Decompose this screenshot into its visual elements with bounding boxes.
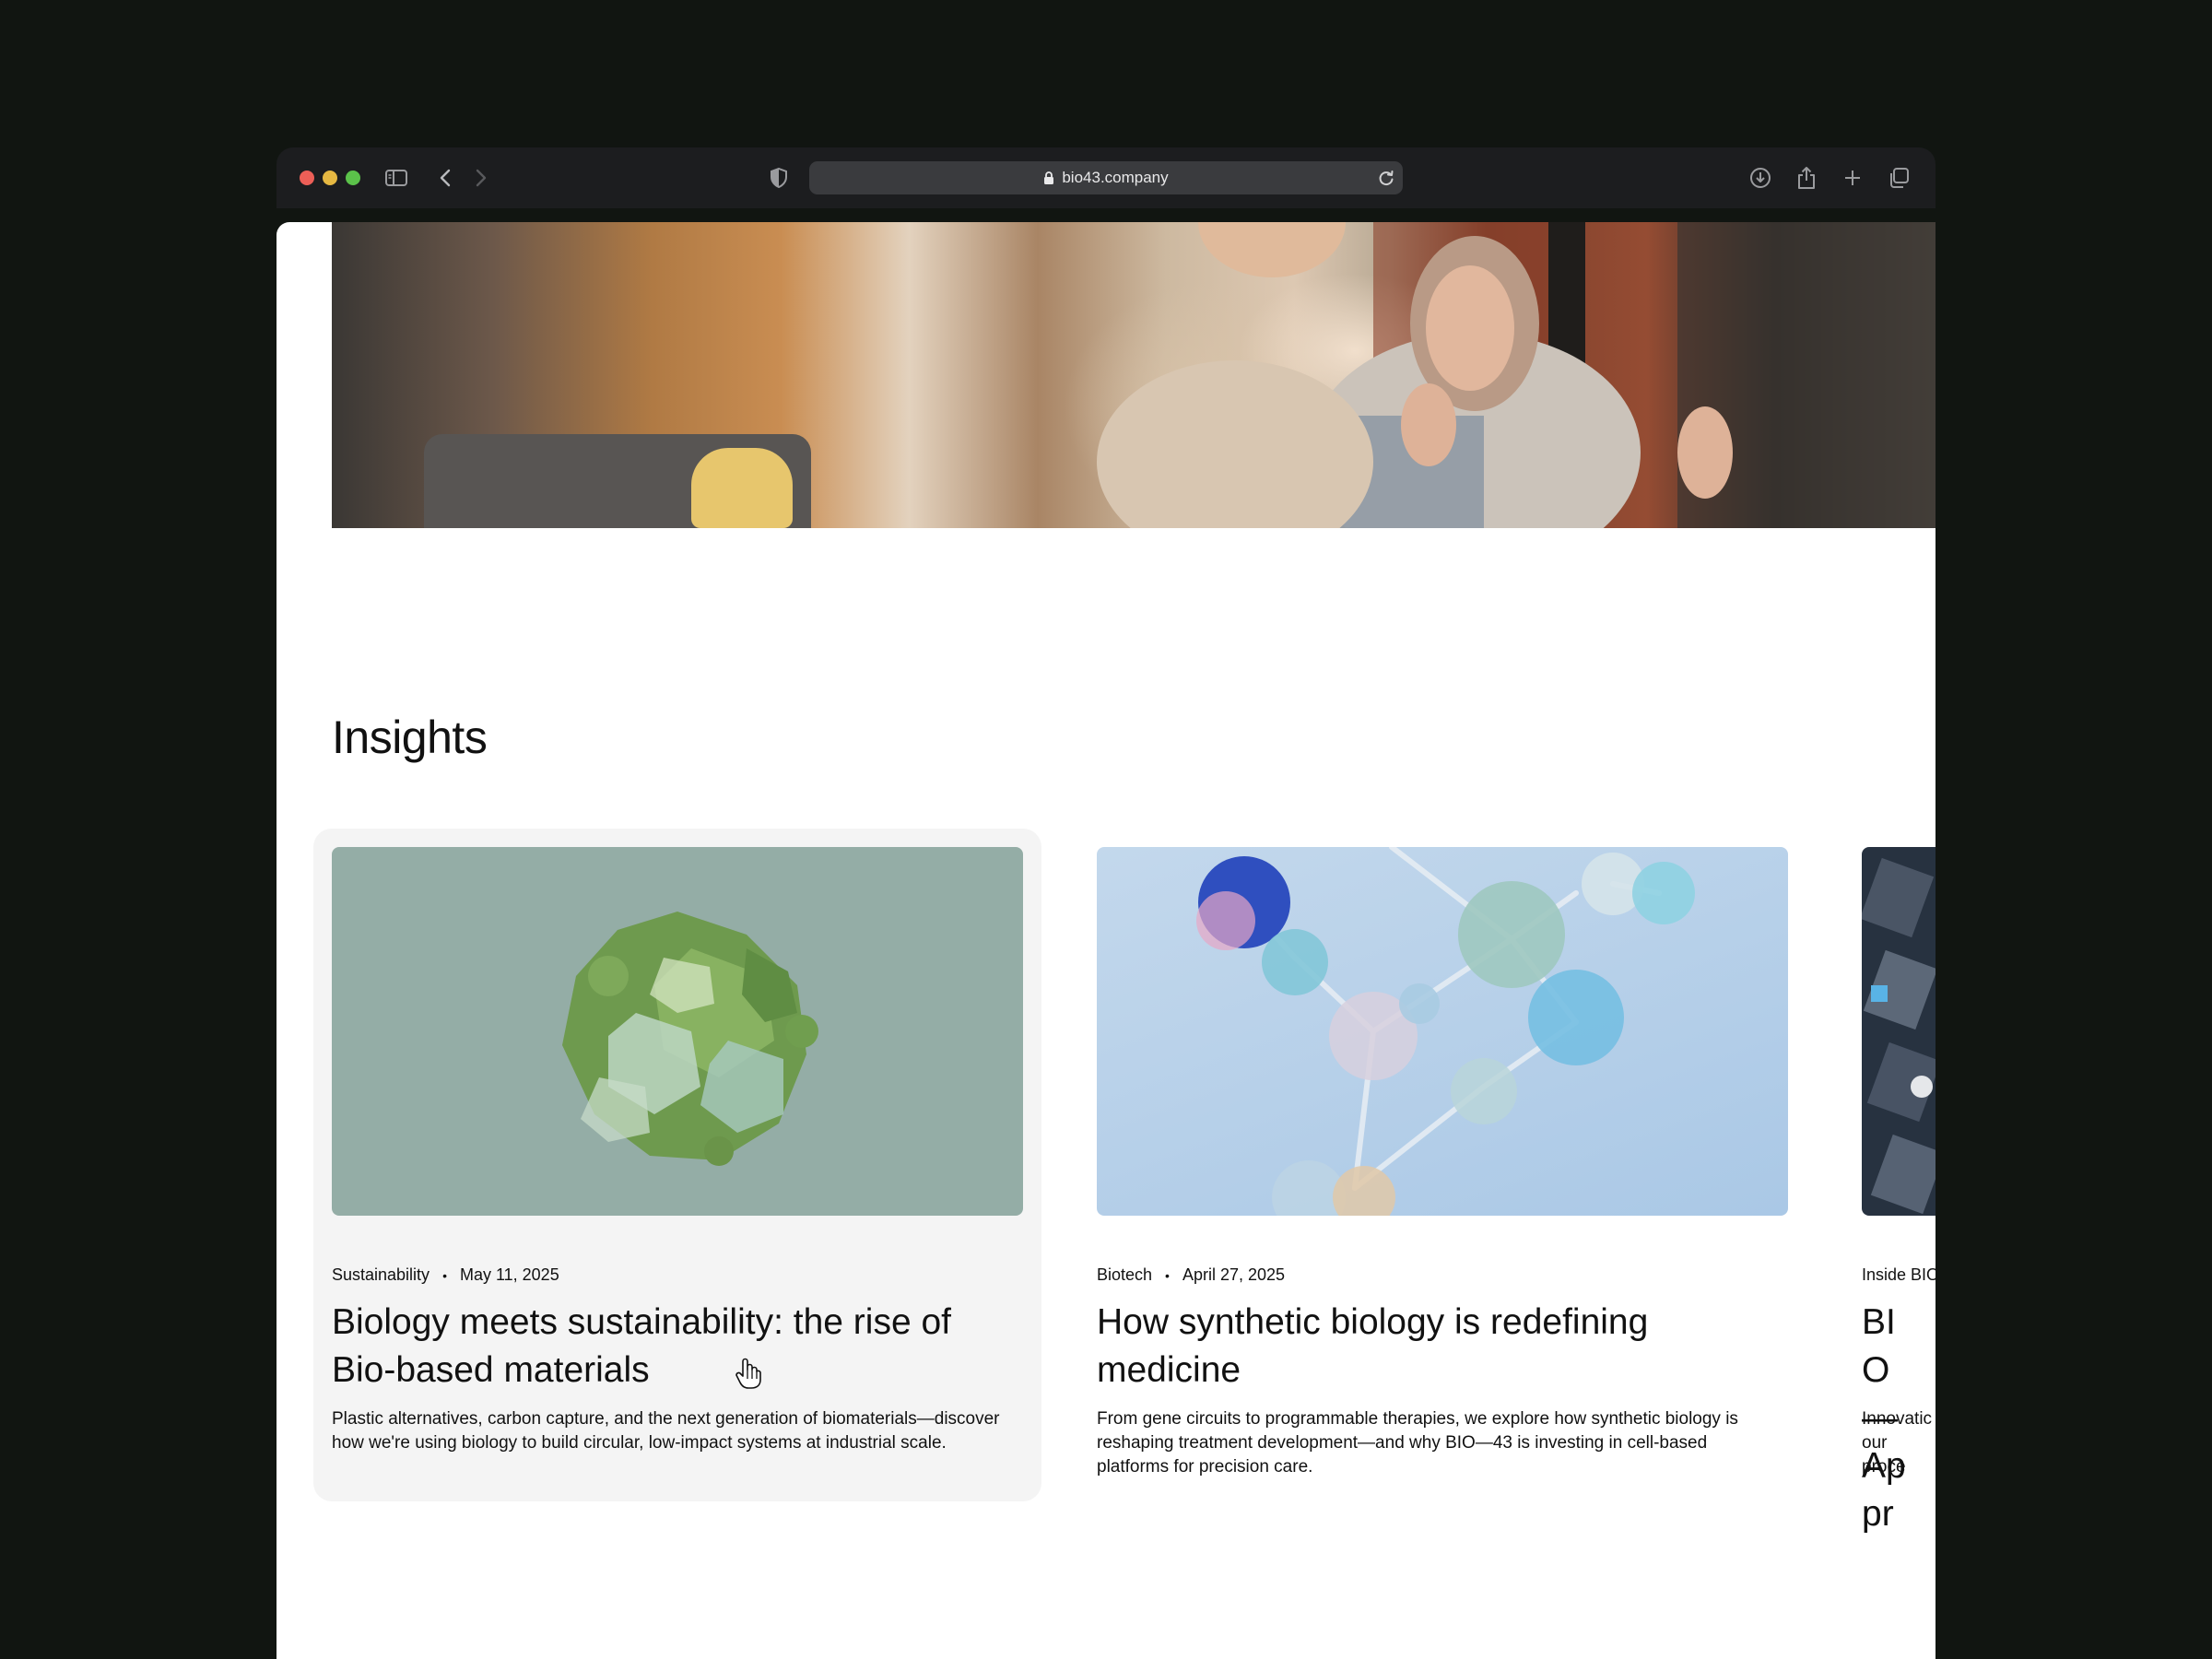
card-excerpt: Innovatic our proce <box>1862 1409 1933 1477</box>
new-tab-plus-icon[interactable] <box>1838 163 1867 193</box>
card-image-synthetic-biology <box>1097 847 1788 1216</box>
browser-toolbar: bio43.company <box>276 147 1936 208</box>
card-category: Sustainability <box>332 1265 430 1284</box>
insight-card[interactable]: Biotech • April 27, 2025 How synthetic b… <box>1078 829 1806 1501</box>
green-crystal-sphere-illustration <box>562 912 818 1166</box>
card-meta: Biotech • April 27, 2025 <box>1097 1265 1285 1285</box>
card-excerpt: Plastic alternatives, carbon capture, an… <box>332 1409 1000 1453</box>
tab-overview-icon[interactable] <box>1884 163 1913 193</box>
downloads-icon[interactable] <box>1746 163 1775 193</box>
hand-cursor-icon <box>735 1357 762 1394</box>
card-image-biomaterials <box>332 847 1023 1216</box>
url-text: bio43.company <box>1062 169 1169 186</box>
insight-card[interactable]: Inside BIO BIO—Appr Innovatic our proce <box>1843 829 1936 1534</box>
card-excerpt: From gene circuits to programmable thera… <box>1097 1409 1738 1477</box>
molecule-model-illustration <box>1196 847 1695 1216</box>
card-image-inside-bio <box>1862 847 1936 1216</box>
zoom-window-button[interactable] <box>346 171 360 185</box>
privacy-shield-icon[interactable] <box>764 163 794 193</box>
lab-grid-illustration <box>1862 857 1936 1215</box>
web-page: Insights Sustainability • May 11, 2025 B… <box>276 222 1936 1659</box>
meta-separator-dot: • <box>442 1267 447 1283</box>
sidebar-toggle-icon[interactable] <box>382 163 411 193</box>
share-icon[interactable] <box>1792 163 1821 193</box>
minimize-window-button[interactable] <box>323 171 337 185</box>
card-date: May 11, 2025 <box>459 1265 559 1284</box>
card-title[interactable]: Biology meets sustainability: the rise o… <box>332 1299 1014 1394</box>
forward-arrow-icon[interactable] <box>466 163 496 193</box>
lock-icon <box>1043 171 1054 185</box>
card-meta: Sustainability • May 11, 2025 <box>332 1265 559 1285</box>
reload-icon[interactable] <box>1377 168 1395 193</box>
close-window-button[interactable] <box>300 171 314 185</box>
back-arrow-icon[interactable] <box>430 163 460 193</box>
card-category: Inside BIO <box>1862 1265 1936 1284</box>
hero-people-illustration <box>1097 222 1936 528</box>
card-category: Biotech <box>1097 1265 1153 1284</box>
insight-card[interactable]: Sustainability • May 11, 2025 Biology me… <box>313 829 1041 1501</box>
browser-window: bio43.company Insights Sustainability • … <box>276 147 1936 1659</box>
card-meta: Inside BIO <box>1862 1265 1936 1285</box>
card-date: April 27, 2025 <box>1182 1265 1286 1284</box>
section-title: Insights <box>332 712 488 763</box>
hero-photo <box>332 222 1936 528</box>
card-title[interactable]: How synthetic biology is redefining medi… <box>1097 1299 1779 1394</box>
meta-separator-dot: • <box>1165 1267 1170 1283</box>
address-bar[interactable]: bio43.company <box>809 161 1403 194</box>
